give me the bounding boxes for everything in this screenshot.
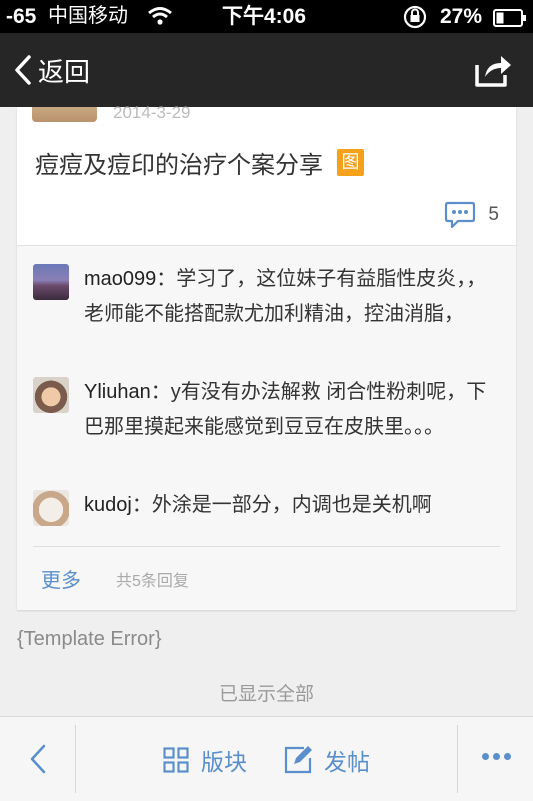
toolbar-separator <box>75 725 76 793</box>
more-dots-icon <box>482 753 489 760</box>
bottom-toolbar: 版块 发帖 <box>0 716 533 801</box>
reply-separator: ： <box>131 494 152 516</box>
battery-percent: 27% <box>440 5 483 28</box>
user-avatar[interactable] <box>33 264 69 300</box>
clock: 下午4:06 <box>222 5 307 28</box>
reply-username[interactable]: kudoj <box>84 494 132 516</box>
wifi-icon <box>147 6 173 33</box>
compose-icon <box>284 746 312 774</box>
status-bar: -65 中国移动 下午4:06 27% <box>0 0 533 33</box>
reply-item[interactable]: mao099：学习了，这位妹子有益脂性皮炎，，老师能不能搭配款尤加利精油，控油消… <box>33 264 503 374</box>
grid-icon <box>163 747 189 773</box>
reply-username[interactable]: Yliuhan <box>84 381 151 403</box>
reply-item[interactable]: Yliuhan：y有没有办法解救 闭合性粉刺呢，下巴那里摸起来能感觉到豆豆在皮肤… <box>33 377 503 487</box>
reply-username[interactable]: mao099 <box>84 268 156 290</box>
post-title[interactable]: 痘痘及痘印的治疗个案分享 图 <box>35 145 364 180</box>
author-avatar[interactable] <box>32 107 97 122</box>
signal-strength: -65 <box>6 5 37 28</box>
toolbar-back-button[interactable] <box>28 743 48 780</box>
end-of-list-text: 已显示全部 <box>218 684 314 705</box>
post-card[interactable]: 2014-3-29 痘痘及痘印的治疗个案分享 图 5 <box>17 103 516 245</box>
back-label: 返回 <box>38 56 91 87</box>
reply-text: mao099：学习了，这位妹子有益脂性皮炎，，老师能不能搭配款尤加利精油，控油消… <box>84 262 504 332</box>
battery-icon <box>493 7 527 34</box>
toolbar-separator <box>457 725 458 793</box>
new-post-label: 发帖 <box>324 749 370 775</box>
boards-button[interactable]: 版块 <box>163 743 247 777</box>
comment-count[interactable]: 5 <box>444 200 499 230</box>
replies-card: mao099：学习了，这位妹子有益脂性皮炎，，老师能不能搭配款尤加利精油，控油消… <box>17 245 516 610</box>
reply-separator: ： <box>156 268 177 290</box>
reply-text: kudoj：外涂是一部分，内调也是关机啊 <box>84 488 504 523</box>
reply-content: 外涂是一部分，内调也是关机啊 <box>151 494 432 516</box>
post-title-text: 痘痘及痘印的治疗个案分享 <box>35 152 323 179</box>
chevron-left-icon <box>15 55 31 85</box>
user-avatar[interactable] <box>33 377 69 413</box>
more-dots-icon <box>493 753 500 760</box>
rotation-lock-icon <box>402 5 428 36</box>
divider <box>33 546 500 547</box>
carrier-name: 中国移动 <box>48 5 128 27</box>
image-badge: 图 <box>337 149 364 176</box>
reply-text: Yliuhan：y有没有办法解救 闭合性粉刺呢，下巴那里摸起来能感觉到豆豆在皮肤… <box>84 375 504 445</box>
more-replies-link[interactable]: 更多 <box>41 564 81 593</box>
template-error-text: {Template Error} <box>17 628 162 650</box>
share-icon <box>475 56 511 87</box>
reply-separator: ： <box>150 381 171 403</box>
comment-count-number: 5 <box>488 204 499 225</box>
post-date: 2014-3-29 <box>113 103 191 122</box>
boards-label: 版块 <box>201 749 247 775</box>
chevron-left-icon <box>30 744 46 774</box>
reply-item[interactable]: kudoj：外涂是一部分，内调也是关机啊 <box>33 490 503 530</box>
navigation-bar: 返回 <box>0 33 533 107</box>
more-options-button[interactable] <box>478 753 511 760</box>
share-button[interactable] <box>473 51 513 89</box>
total-replies: 共5条回复 <box>116 573 189 590</box>
new-post-button[interactable]: 发帖 <box>284 743 370 777</box>
user-avatar[interactable] <box>33 490 69 526</box>
more-dots-icon <box>504 753 511 760</box>
comment-icon <box>445 201 476 229</box>
back-button[interactable]: 返回 <box>14 53 90 87</box>
